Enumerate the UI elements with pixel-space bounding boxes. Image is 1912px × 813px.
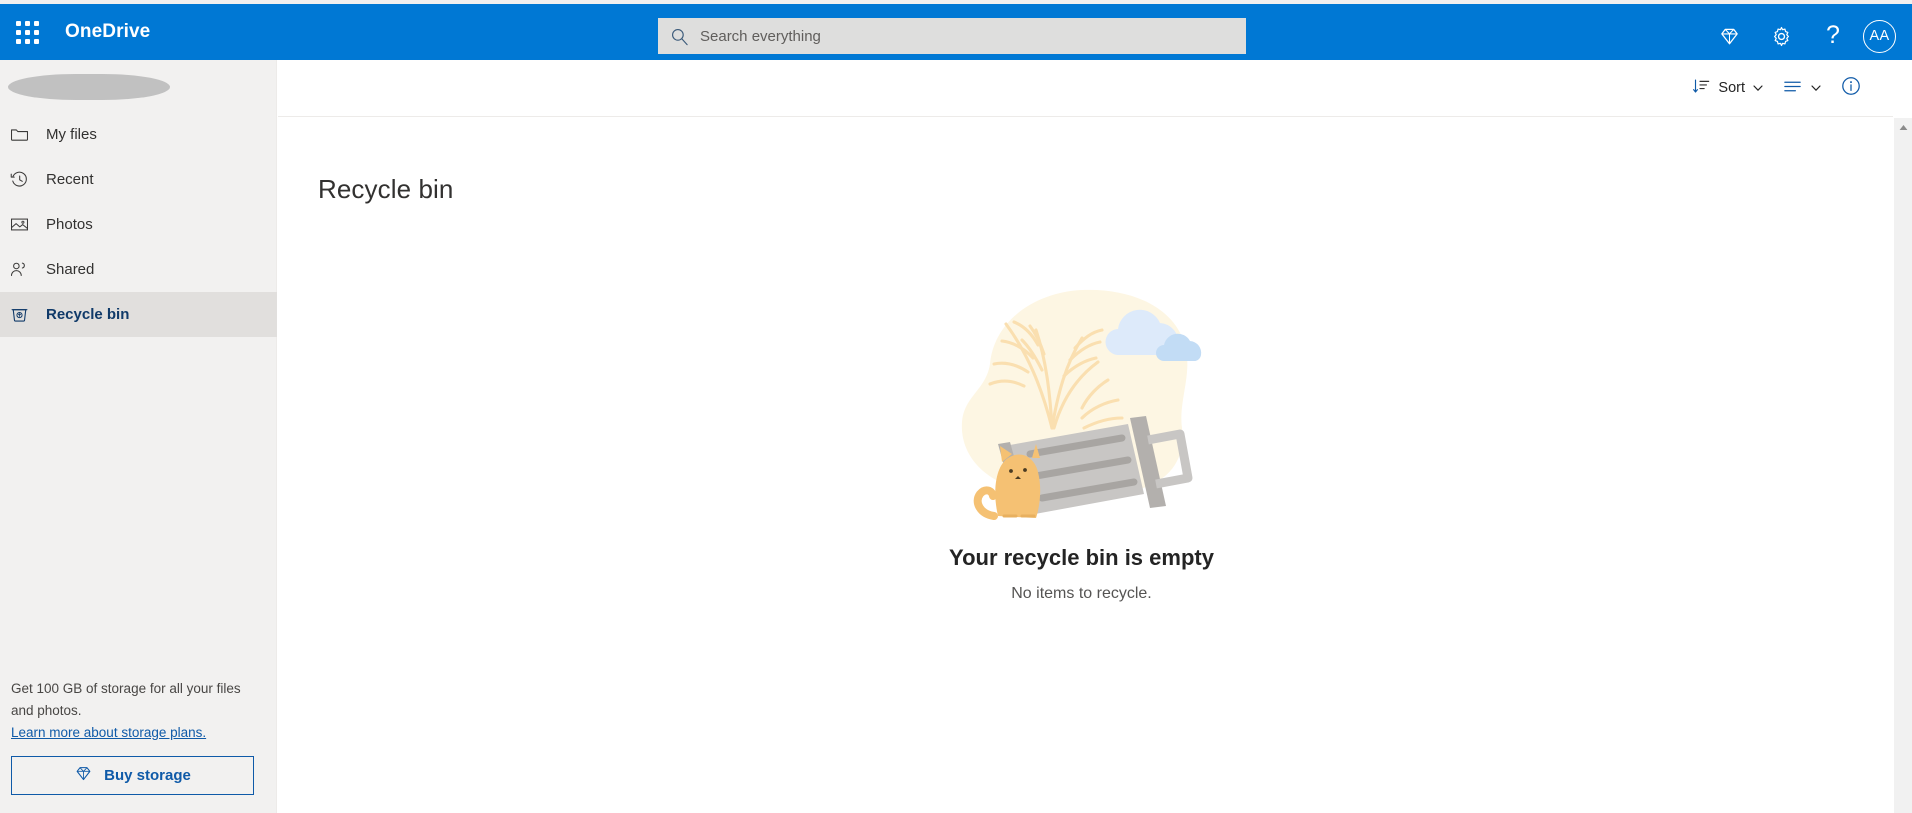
sidebar-item-label: Recycle bin [46, 306, 130, 323]
help-question-icon[interactable]: ? [1807, 10, 1859, 62]
empty-state: Your recycle bin is empty No items to re… [278, 268, 1885, 603]
scroll-down-arrow-icon[interactable] [1894, 795, 1912, 813]
photo-icon [10, 215, 46, 234]
search-icon [658, 18, 700, 54]
sidebar-item-shared[interactable]: Shared [0, 247, 277, 292]
brand-title[interactable]: OneDrive [65, 21, 150, 43]
waffle-grid [15, 20, 39, 44]
chevron-down-icon [1752, 82, 1764, 94]
empty-state-title: Your recycle bin is empty [949, 545, 1214, 570]
scrollbar-thumb[interactable] [1894, 136, 1912, 776]
empty-recycle-bin-illustration [932, 268, 1232, 523]
page-title: Recycle bin [318, 174, 454, 204]
people-icon [10, 260, 46, 279]
avatar[interactable]: AA [1863, 19, 1896, 53]
left-navigation: My files Recent Photos Shared Recycle bi… [0, 60, 277, 813]
recycle-bin-icon [10, 305, 46, 324]
folder-icon [10, 125, 46, 144]
header-action-group: ? AA [1703, 8, 1906, 64]
diamond-icon [74, 764, 93, 787]
sidebar-item-label: Shared [46, 261, 95, 278]
main-content-area: Recycle bin Your recycle bin is empty No… [278, 118, 1893, 813]
storage-promo: Get 100 GB of storage for all your files… [0, 678, 277, 813]
list-view-icon [1782, 76, 1803, 101]
settings-gear-icon[interactable] [1755, 10, 1807, 62]
info-circle-icon [1840, 75, 1862, 101]
storage-plans-link[interactable]: Learn more about storage plans. [11, 725, 206, 740]
command-toolbar: Sort [278, 60, 1893, 117]
sidebar-item-recycle-bin[interactable]: Recycle bin [0, 292, 277, 337]
sort-button[interactable]: Sort [1683, 70, 1773, 106]
sidebar-item-recent[interactable]: Recent [0, 157, 277, 202]
sidebar-item-label: Photos [46, 216, 93, 233]
onedrive-app-window: OneDrive Search everything ? AA My files… [0, 0, 1912, 813]
sidebar-item-photos[interactable]: Photos [0, 202, 277, 247]
sort-icon [1692, 77, 1711, 100]
view-options-button[interactable] [1773, 70, 1831, 106]
empty-state-subtitle: No items to recycle. [1011, 585, 1152, 602]
search-box[interactable] [658, 18, 1246, 54]
sort-label: Sort [1718, 80, 1745, 96]
chevron-down-icon [1810, 82, 1822, 94]
buy-storage-label: Buy storage [104, 767, 191, 784]
details-info-button[interactable] [1831, 70, 1871, 106]
search-input[interactable] [700, 19, 1220, 53]
sidebar-item-label: Recent [46, 171, 94, 188]
sidebar-item-my-files[interactable]: My files [0, 112, 277, 157]
sidebar-item-label: My files [46, 126, 97, 143]
app-launcher-waffle-icon[interactable] [3, 8, 51, 56]
scroll-up-arrow-icon[interactable] [1894, 118, 1912, 136]
suite-header-bar: OneDrive Search everything ? AA [0, 4, 1912, 60]
premium-diamond-icon[interactable] [1703, 10, 1755, 62]
storage-promo-text: Get 100 GB of storage for all your files… [11, 681, 241, 719]
vertical-scrollbar[interactable] [1893, 118, 1912, 813]
account-name-redaction [8, 74, 170, 100]
buy-storage-button[interactable]: Buy storage [11, 756, 254, 795]
clock-icon [10, 170, 46, 189]
nav-list: My files Recent Photos Shared Recycle bi… [0, 112, 277, 337]
